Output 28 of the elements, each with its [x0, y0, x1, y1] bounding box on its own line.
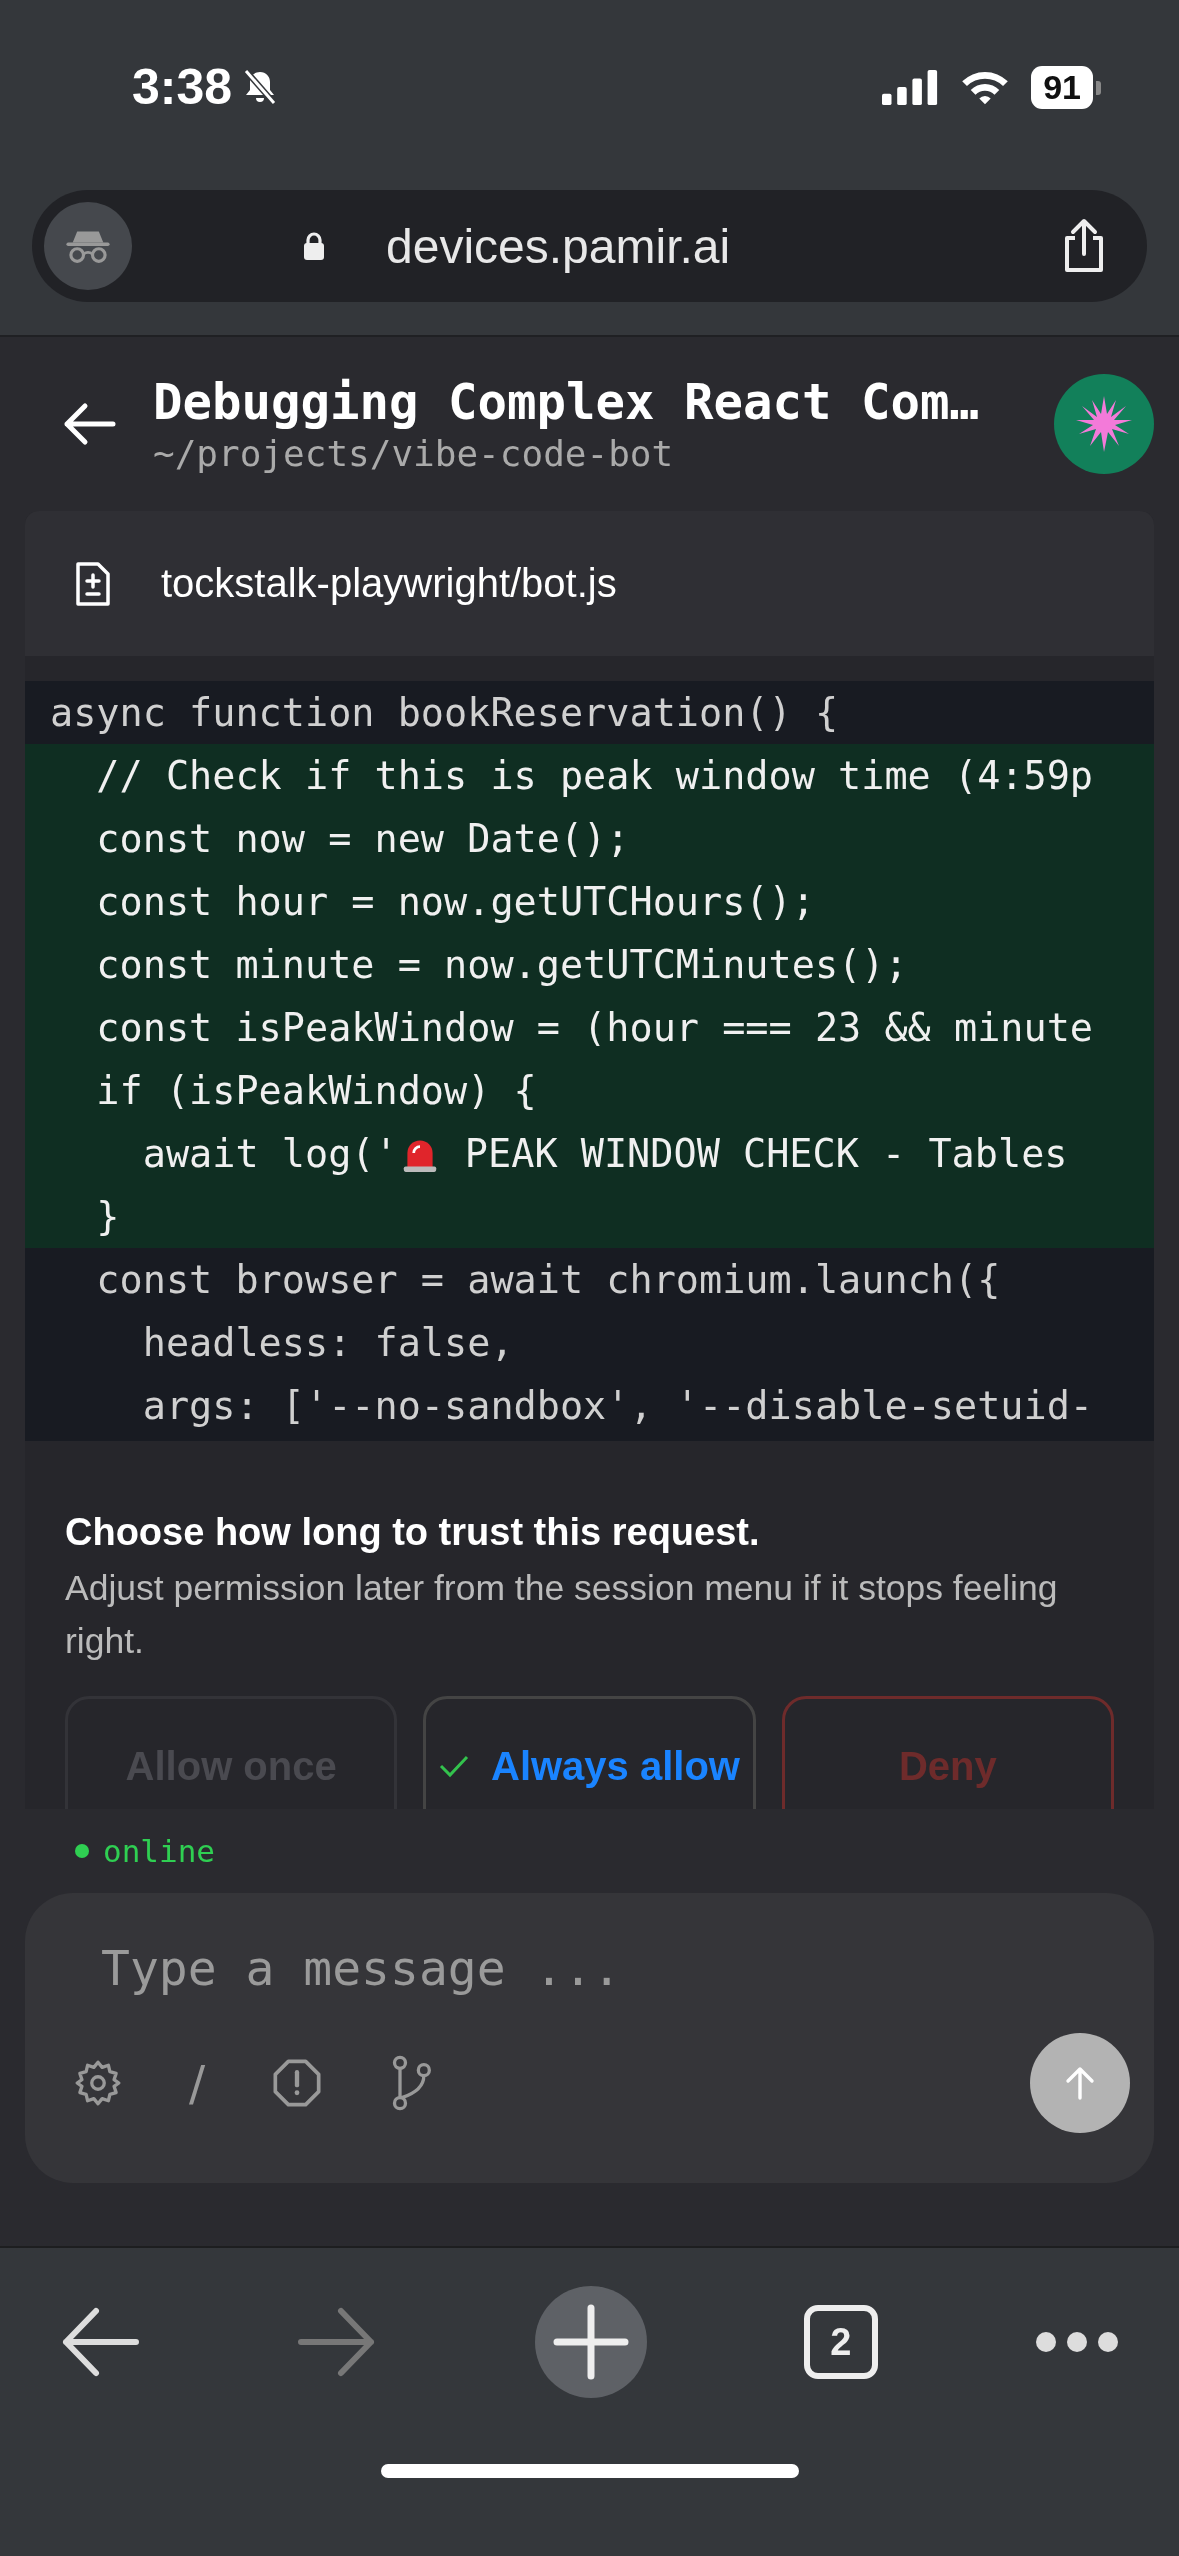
code-line: async function bookReservation() {: [49, 689, 840, 737]
connection-status: online: [103, 1833, 215, 1869]
file-diff-icon: [73, 560, 113, 607]
slash-command-button[interactable]: /: [189, 2055, 206, 2111]
more-icon[interactable]: [1035, 2331, 1119, 2353]
signal-icon: [882, 68, 940, 107]
incognito-icon[interactable]: [44, 202, 132, 290]
permission-option[interactable]: Always allow: [423, 1696, 756, 1809]
checkmark-icon: [439, 1754, 469, 1778]
url-text: devices.pamir.ai: [386, 218, 732, 274]
status-time: 3:38: [132, 58, 233, 116]
project-path: ~/projects/vibe-code-bot: [153, 433, 675, 474]
alert-octagon-icon[interactable]: [271, 2057, 324, 2109]
code-line: const browser = await chromium.launch({: [95, 1256, 1002, 1304]
session-title: Debugging Complex React Com…: [153, 374, 980, 431]
address-bar[interactable]: devices.pamir.ai: [32, 190, 1147, 302]
battery-indicator: 91: [1031, 66, 1101, 109]
settings-icon[interactable]: [73, 2058, 123, 2108]
back-arrow-icon[interactable]: [60, 2305, 140, 2379]
lock-icon: [302, 231, 326, 261]
permission-description: Adjust permission later from the session menu if it stops feeling right.: [65, 1567, 1059, 1663]
message-input[interactable]: Type a message ...: [73, 1933, 1104, 2003]
file-path: tockstalk-playwright/bot.js: [161, 561, 617, 606]
permission-heading: Choose how long to trust this request.: [65, 1511, 761, 1554]
up-arrow-icon: [1065, 2066, 1095, 2100]
code-line: headless: false,: [141, 1319, 515, 1367]
tab-count-button[interactable]: 2: [803, 2305, 878, 2379]
code-line: args: ['--no-sandbox', '--disable-setuid-: [141, 1382, 1095, 1430]
